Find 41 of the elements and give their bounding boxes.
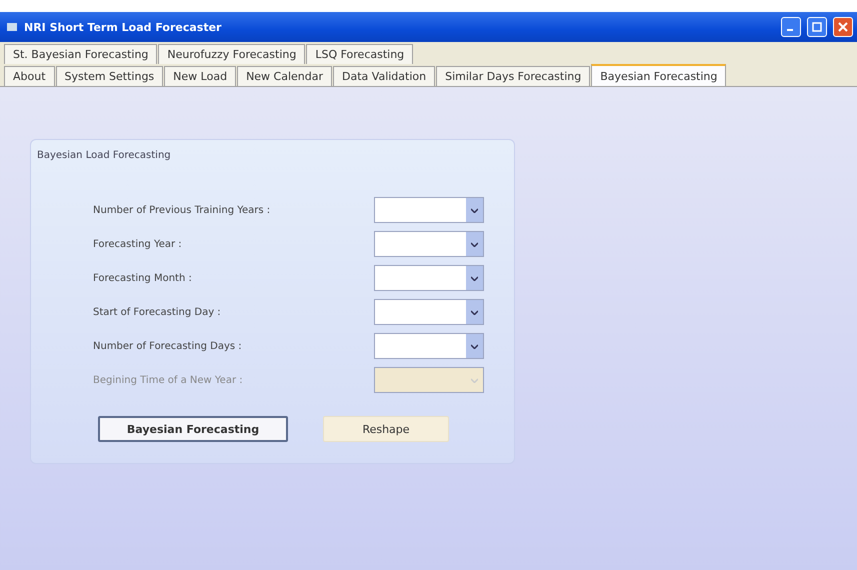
close-icon — [838, 22, 848, 32]
field-label: Begining Time of a New Year : — [93, 374, 244, 386]
minimize-button[interactable] — [781, 17, 801, 37]
field-label: Forecasting Month : — [93, 272, 193, 284]
tab[interactable]: New Calendar — [237, 66, 332, 86]
close-button[interactable] — [833, 17, 853, 37]
dropdown-button[interactable] — [466, 198, 483, 222]
caret-icon — [471, 276, 478, 280]
field-label: Number of Forecasting Days : — [93, 340, 243, 352]
dropdown-button[interactable] — [466, 334, 483, 358]
tab[interactable]: Similar Days Forecasting — [436, 66, 590, 86]
app-icon — [6, 21, 18, 33]
dropdown-field[interactable] — [374, 333, 484, 359]
maximize-icon — [812, 22, 822, 32]
caret-icon — [471, 344, 478, 348]
dropdown-field[interactable] — [374, 197, 484, 223]
field-label: Forecasting Year : — [93, 238, 183, 250]
dropdown-field[interactable] — [374, 265, 484, 291]
dropdown-button[interactable] — [466, 300, 483, 324]
dropdown-field[interactable] — [374, 231, 484, 257]
field-label: Number of Previous Training Years : — [93, 204, 272, 216]
action-button[interactable]: Bayesian Forecasting — [98, 416, 288, 442]
dropdown-field[interactable] — [374, 299, 484, 325]
tab[interactable]: About — [4, 66, 55, 86]
caret-icon — [471, 208, 478, 212]
caret-icon — [471, 242, 478, 246]
window-title: NRI Short Term Load Forecaster — [24, 20, 222, 34]
dropdown-button[interactable] — [466, 232, 483, 256]
group-title: Bayesian Load Forecasting — [37, 150, 172, 161]
tab[interactable]: Data Validation — [333, 66, 436, 86]
tab[interactable]: Bayesian Forecasting — [591, 64, 726, 86]
maximize-button[interactable] — [807, 17, 827, 37]
tab[interactable]: St. Bayesian Forecasting — [4, 44, 158, 64]
tab[interactable]: System Settings — [56, 66, 164, 86]
caret-icon — [471, 310, 478, 314]
tab[interactable]: New Load — [164, 66, 236, 86]
caret-icon — [471, 378, 478, 382]
tab[interactable]: LSQ Forecasting — [306, 44, 414, 64]
tab[interactable]: Neurofuzzy Forecasting — [158, 44, 306, 64]
dropdown-button[interactable] — [466, 266, 483, 290]
field-label: Start of Forecasting Day : — [93, 306, 222, 318]
